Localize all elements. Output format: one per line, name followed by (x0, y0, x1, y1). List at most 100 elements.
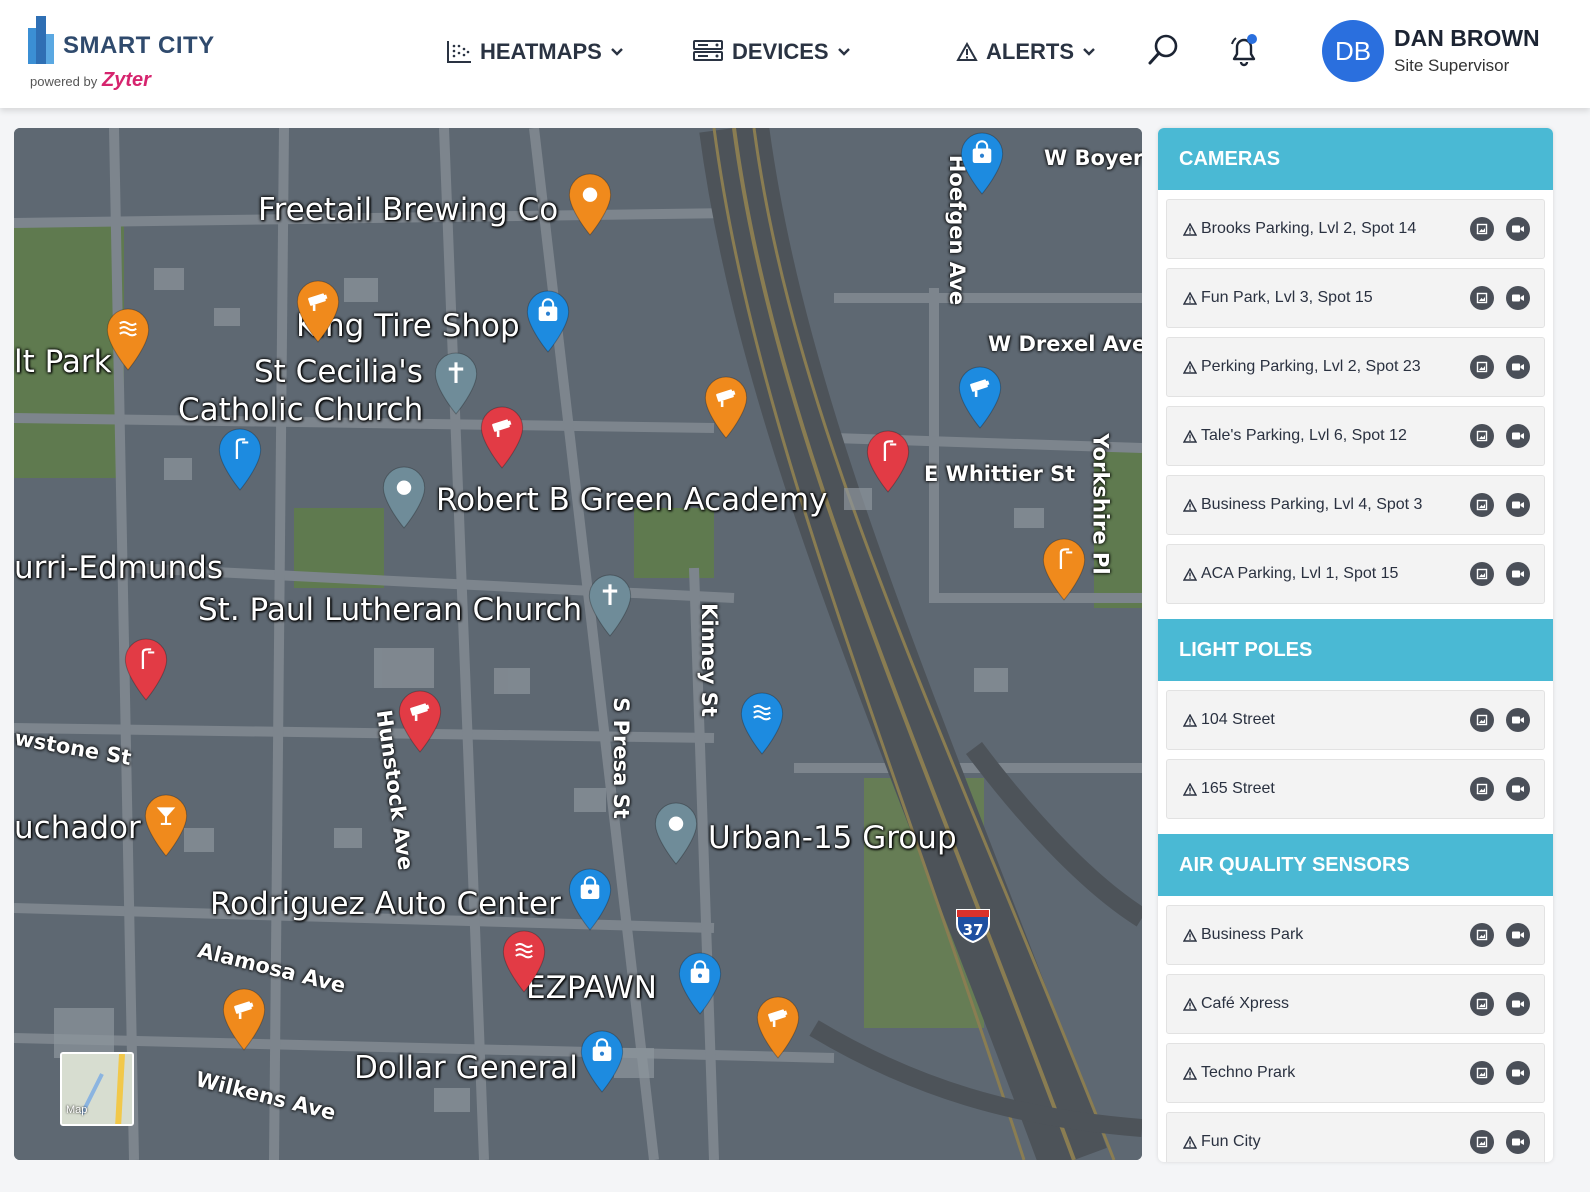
camera-pin[interactable] (702, 376, 750, 440)
snapshot-button[interactable] (1470, 1130, 1494, 1154)
device-item-label: Perking Parking, Lvl 2, Spot 23 (1201, 358, 1421, 375)
device-list-item[interactable]: Perking Parking, Lvl 2, Spot 23 (1166, 337, 1545, 397)
device-item-label: ACA Parking, Lvl 1, Spot 15 (1201, 565, 1399, 582)
search-button[interactable] (1146, 32, 1182, 68)
place-pin[interactable] (380, 466, 428, 530)
snapshot-button[interactable] (1470, 708, 1494, 732)
air-quality-list: Business Park Café Xpress Techno Prark Fun … (1158, 896, 1553, 1162)
snapshot-button[interactable] (1470, 777, 1494, 801)
map-place-label[interactable]: uchador (14, 810, 141, 846)
snapshot-button[interactable] (1470, 1061, 1494, 1085)
map-place-label[interactable]: St. Paul Lutheran Church (198, 592, 582, 628)
device-list-item[interactable]: Business Park (1166, 905, 1545, 965)
map-place-label[interactable]: Freetail Brewing Co (258, 192, 558, 228)
light-pole-pin[interactable] (864, 430, 912, 494)
snapshot-button[interactable] (1470, 217, 1494, 241)
light-pole-pin[interactable] (216, 428, 264, 492)
shop-pin[interactable] (566, 868, 614, 932)
place-pin[interactable] (566, 173, 614, 237)
smart-city-logo[interactable]: SMART CITY powered by Zyter (26, 14, 246, 98)
shop-pin[interactable] (676, 952, 724, 1016)
device-item-actions (1470, 992, 1530, 1016)
notifications-button[interactable] (1226, 32, 1262, 68)
snapshot-button[interactable] (1470, 355, 1494, 379)
map-place-label[interactable]: Urban-15 Group (708, 820, 957, 856)
camera-pin[interactable] (396, 690, 444, 754)
device-list-item[interactable]: 165 Street (1166, 759, 1545, 819)
video-button[interactable] (1506, 562, 1530, 586)
video-button[interactable] (1506, 1130, 1530, 1154)
light-pole-pin[interactable] (122, 638, 170, 702)
camera-pin[interactable] (754, 996, 802, 1060)
nav-heatmaps-label: HEATMAPS (480, 39, 602, 64)
city-map[interactable]: Freetail Brewing Co King Tire Shop St Ce… (14, 128, 1142, 1160)
camera-pin[interactable] (294, 280, 342, 344)
video-button[interactable] (1506, 217, 1530, 241)
map-place-label[interactable]: Dollar General (354, 1050, 578, 1086)
light-pole-pin[interactable] (1040, 538, 1088, 602)
device-list-item[interactable]: Tale's Parking, Lvl 6, Spot 12 (1166, 406, 1545, 466)
snapshot-button[interactable] (1470, 923, 1494, 947)
map-marker-icon (1042, 538, 1086, 601)
device-list-item[interactable]: Brooks Parking, Lvl 2, Spot 14 (1166, 199, 1545, 259)
map-marker-icon (526, 290, 570, 353)
cameras-section-header[interactable]: CAMERAS (1158, 128, 1553, 190)
device-item-actions (1470, 424, 1530, 448)
snapshot-button[interactable] (1470, 424, 1494, 448)
snapshot-button[interactable] (1470, 493, 1494, 517)
nav-heatmaps[interactable]: HEATMAPS (446, 36, 624, 68)
device-list-item[interactable]: Business Parking, Lvl 4, Spot 3 (1166, 475, 1545, 535)
snapshot-button[interactable] (1470, 286, 1494, 310)
place-pin[interactable] (652, 802, 700, 866)
air-sensor-pin[interactable] (500, 930, 548, 994)
video-button[interactable] (1506, 1061, 1530, 1085)
device-list-item[interactable]: Fun City (1166, 1112, 1545, 1162)
air-quality-section-header[interactable]: AIR QUALITY SENSORS (1158, 834, 1553, 896)
video-button[interactable] (1506, 286, 1530, 310)
map-place-label[interactable]: Robert B Green Academy (436, 482, 827, 518)
video-button[interactable] (1506, 493, 1530, 517)
map-place-label[interactable]: Rodriguez Auto Center (210, 886, 561, 922)
place-pin[interactable] (142, 794, 190, 858)
map-place-label[interactable]: lt Park (14, 344, 112, 380)
device-list-item[interactable]: 104 Street (1166, 690, 1545, 750)
shop-pin[interactable] (958, 132, 1006, 196)
camera-pin[interactable] (220, 988, 268, 1052)
map-place-label[interactable]: Catholic Church (178, 392, 423, 428)
nav-alerts[interactable]: ALERTS (956, 36, 1096, 68)
image-icon (1476, 1067, 1488, 1079)
shop-pin[interactable] (578, 1030, 626, 1094)
map-place-label[interactable]: St Cecilia's (254, 354, 423, 390)
device-item-label: Café Xpress (1201, 995, 1290, 1012)
map-place-label[interactable]: urri-Edmunds (14, 550, 223, 586)
user-avatar[interactable]: DB (1322, 20, 1384, 82)
device-list-item[interactable]: Café Xpress (1166, 974, 1545, 1034)
device-list-item[interactable]: Techno Prark (1166, 1043, 1545, 1103)
image-icon (1476, 223, 1488, 235)
camera-pin[interactable] (956, 366, 1004, 430)
video-button[interactable] (1506, 923, 1530, 947)
church-pin[interactable] (432, 352, 480, 416)
church-pin[interactable] (586, 574, 634, 638)
device-list-item[interactable]: Fun Park, Lvl 3, Spot 15 (1166, 268, 1545, 328)
video-button[interactable] (1506, 992, 1530, 1016)
video-button[interactable] (1506, 777, 1530, 801)
map-marker-icon (398, 690, 442, 753)
device-item-label: Fun City (1201, 1133, 1261, 1150)
air-sensor-pin[interactable] (738, 692, 786, 756)
light-poles-section-header[interactable]: LIGHT POLES (1158, 619, 1553, 681)
street-label: Yorkshire Pl (1088, 433, 1113, 575)
video-button[interactable] (1506, 355, 1530, 379)
shop-pin[interactable] (524, 290, 572, 354)
device-list-item[interactable]: ACA Parking, Lvl 1, Spot 15 (1166, 544, 1545, 604)
nav-devices[interactable]: DEVICES (692, 36, 851, 68)
video-button[interactable] (1506, 424, 1530, 448)
video-button[interactable] (1506, 708, 1530, 732)
alert-triangle-icon (956, 42, 978, 61)
camera-pin[interactable] (478, 406, 526, 470)
map-type-toggle[interactable]: Map (60, 1052, 134, 1126)
snapshot-button[interactable] (1470, 562, 1494, 586)
air-sensor-pin[interactable] (104, 308, 152, 372)
video-camera-icon (1512, 1000, 1524, 1008)
snapshot-button[interactable] (1470, 992, 1494, 1016)
